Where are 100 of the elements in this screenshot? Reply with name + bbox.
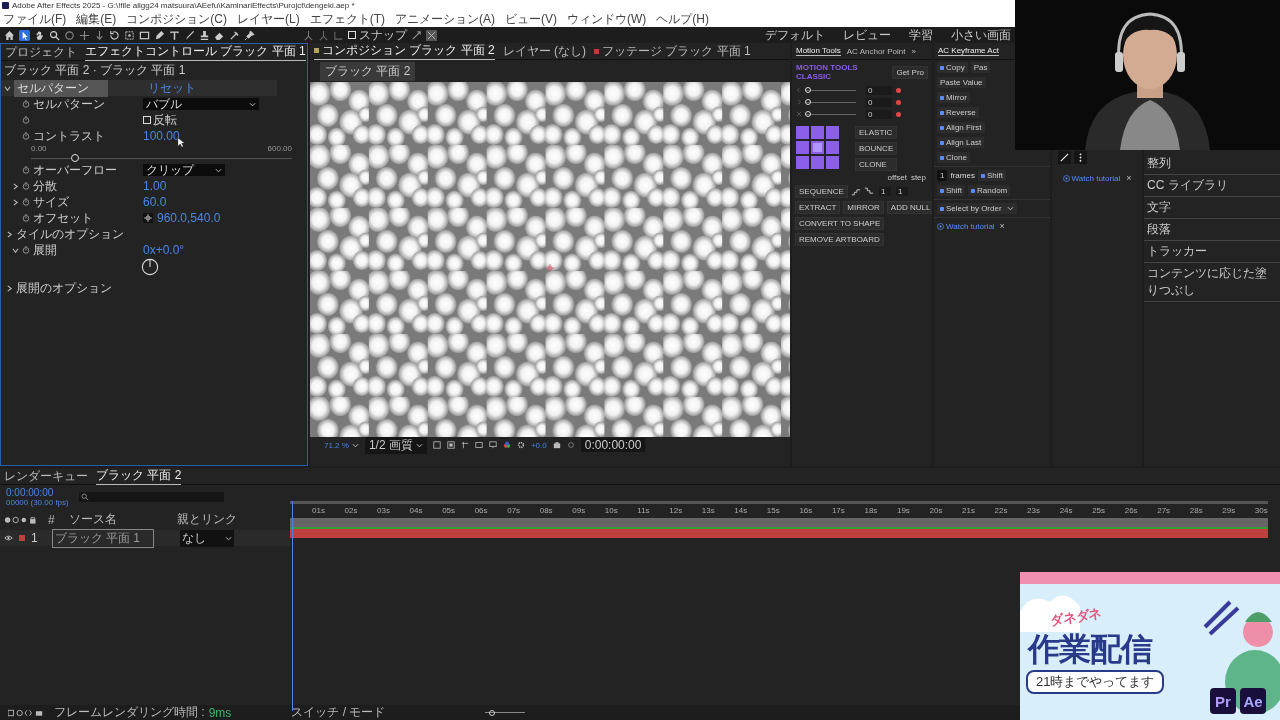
snap-option-icon[interactable] [411, 29, 422, 41]
close-button[interactable]: × [999, 221, 1005, 231]
stairs-icon[interactable] [850, 187, 861, 196]
text-tool-icon[interactable] [169, 29, 180, 41]
anchor-cell[interactable] [826, 141, 839, 154]
layer-name[interactable]: ブラック 平面 1 [51, 528, 154, 548]
switch-mode-toggle[interactable]: スイッチ / モード [291, 704, 386, 720]
invert-checkbox[interactable]: 反転 [143, 111, 177, 129]
shift-button[interactable]: Shift [977, 170, 1006, 181]
parent-dropdown[interactable]: なし [179, 529, 234, 547]
workspace-tab[interactable]: デフォルト [765, 26, 825, 44]
search-icon[interactable] [49, 29, 60, 41]
menu-item[interactable]: 編集(E) [76, 10, 117, 28]
more-icon[interactable] [1074, 151, 1087, 164]
watch-tutorial-link[interactable]: Watch tutorial [1062, 173, 1121, 183]
dropdown[interactable]: クリップ [143, 164, 225, 176]
axis-icon[interactable] [303, 29, 314, 41]
panel-tab[interactable]: Motion Tools [796, 46, 841, 56]
panel-tab[interactable]: フッテージ ブラック 平面 1 [594, 43, 751, 60]
chevron-icon[interactable] [12, 198, 19, 206]
stopwatch-icon[interactable] [22, 132, 30, 140]
panel-tab[interactable]: AC Keyframe Act [938, 46, 999, 56]
stopwatch-icon[interactable] [22, 182, 30, 190]
menu-item[interactable]: アニメーション(A) [395, 10, 495, 28]
anchor-cell[interactable] [826, 126, 839, 139]
eye-icon[interactable] [4, 535, 13, 541]
influence-value[interactable]: 0 [866, 85, 892, 95]
angle-dial[interactable] [141, 258, 159, 276]
keyframe-button[interactable]: Mirror [937, 92, 970, 103]
pointer-icon[interactable] [19, 29, 30, 41]
label-color-swatch[interactable] [19, 535, 25, 541]
gear-icon[interactable] [516, 441, 525, 449]
action-button[interactable]: EXTRACT [795, 201, 841, 214]
reset-dot-icon[interactable] [896, 99, 901, 105]
menu-item[interactable]: ウィンドウ(W) [567, 10, 647, 28]
copy-button[interactable]: Copy [937, 62, 968, 73]
keyframe-button[interactable]: Clone [937, 152, 970, 163]
anchor-cell[interactable] [796, 156, 809, 169]
anchor-cell[interactable] [796, 141, 809, 154]
influence-slider[interactable] [806, 99, 856, 105]
ease-button[interactable]: CLONE [855, 158, 898, 171]
param-value[interactable]: 60.0 [143, 195, 167, 209]
menu-item[interactable]: ヘルプ(H) [656, 10, 709, 28]
panel-list-item[interactable]: 整列 [1144, 153, 1280, 175]
influence-slider[interactable] [806, 87, 856, 93]
anchor-cell[interactable] [811, 141, 824, 154]
menu-item[interactable]: ファイル(F) [3, 10, 67, 28]
menu-item[interactable]: ビュー(V) [505, 10, 557, 28]
workspace-tab[interactable]: 学習 [909, 26, 933, 44]
rectangle-icon[interactable] [139, 29, 150, 41]
home-icon[interactable] [4, 29, 15, 41]
stopwatch-icon[interactable] [22, 100, 30, 108]
influence-value[interactable]: 0 [866, 109, 892, 119]
display-icon[interactable] [488, 441, 497, 449]
select-by-order-dropdown[interactable]: Select by Order [937, 203, 1017, 214]
panel-list-item[interactable]: 段落 [1144, 219, 1280, 241]
panel-list-item[interactable]: 文字 [1144, 197, 1280, 219]
stopwatch-icon[interactable] [22, 246, 30, 254]
random-button[interactable]: Random [968, 185, 1011, 196]
keyframe-button[interactable]: Reverse [937, 107, 979, 118]
keyframe-button[interactable]: Align Last [937, 137, 985, 148]
pen-icon[interactable] [154, 29, 165, 41]
param-value[interactable]: 100.00 [143, 129, 180, 143]
panel-tab[interactable]: レンダーキュー [4, 467, 88, 485]
mask-icon[interactable] [460, 441, 469, 449]
paste-value-button[interactable]: Paste Value [937, 77, 986, 88]
panel-list-item[interactable]: コンテンツに応じた塗りつぶし [1144, 263, 1280, 302]
snap-checkbox[interactable]: スナップ [348, 26, 407, 44]
stopwatch-icon[interactable] [22, 198, 30, 206]
reset-link[interactable]: リセット [148, 79, 196, 97]
anchor-cell[interactable] [811, 156, 824, 169]
reset-dot-icon[interactable] [896, 87, 901, 93]
snapshot-icon[interactable] [566, 441, 575, 449]
transparency-grid-icon[interactable] [446, 441, 455, 449]
keyframe-button[interactable]: Align First [937, 122, 985, 133]
frames-field[interactable]: 1 [937, 170, 948, 181]
panel-tab[interactable]: レイヤー (なし) [502, 43, 586, 60]
anchor-cell[interactable] [796, 126, 809, 139]
pin-icon[interactable] [244, 29, 255, 41]
step-field[interactable]: 1 [895, 187, 908, 196]
shift-button[interactable]: Shift [937, 185, 965, 196]
move-icon[interactable] [79, 29, 90, 41]
panel-tab[interactable]: コンポジション ブラック 平面 2 [314, 43, 495, 60]
dropdown[interactable]: バブル [143, 98, 259, 110]
menu-item[interactable]: コンポジション(C) [126, 10, 227, 28]
workspace-tab[interactable]: 小さい画面 [951, 26, 1011, 44]
anchor-cell[interactable] [811, 126, 824, 139]
panel-list-item[interactable]: CC ライブラリ [1144, 175, 1280, 197]
stopwatch-icon[interactable] [22, 214, 30, 222]
rotate-icon[interactable] [109, 29, 120, 41]
chevron-icon[interactable] [12, 246, 19, 254]
stamp-icon[interactable] [199, 29, 210, 41]
workspace-tab[interactable]: レビュー [843, 26, 891, 44]
panel-list-item[interactable]: トラッカー [1144, 241, 1280, 263]
more-tabs-button[interactable]: » [911, 46, 916, 56]
composition-button[interactable]: ブラック 平面 2 [320, 61, 416, 81]
panel-tab[interactable]: プロジェクト [5, 44, 77, 61]
crosshair-icon[interactable] [143, 213, 153, 223]
channel-icon[interactable] [502, 441, 511, 449]
close-button[interactable]: × [1126, 173, 1132, 183]
